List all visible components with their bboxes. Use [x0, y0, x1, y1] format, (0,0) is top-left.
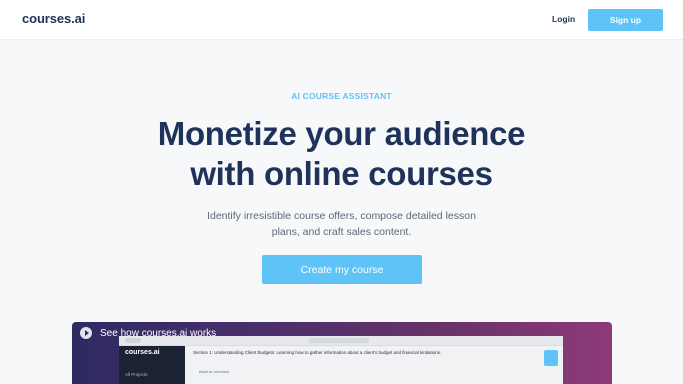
app-window-controls-icon: [125, 338, 141, 343]
headline-line-1: Monetize your audience: [157, 115, 526, 152]
signup-button[interactable]: Sign up: [588, 9, 663, 31]
subtitle-line-2: plans, and craft sales content.: [271, 226, 412, 238]
app-content-subtext: Back to overview: [199, 369, 230, 374]
app-browser-bar: [119, 336, 563, 346]
headline-line-2: with online courses: [190, 155, 493, 192]
logo-text: courses.ai: [22, 11, 86, 26]
subtitle-line-1: Identify irresistible course offers, com…: [207, 210, 476, 222]
demo-video-player[interactable]: See how courses.ai works courses.ai All …: [72, 322, 612, 384]
top-navbar: courses.ai Login Sign up: [0, 0, 683, 40]
hero-eyebrow: AI COURSE ASSISTANT: [291, 91, 392, 101]
courses-ai-logo[interactable]: courses.ai: [22, 11, 85, 26]
app-sidebar-item: All Projects: [125, 372, 148, 377]
app-url-bar: [309, 338, 369, 343]
hero-headline: Monetize your audience with online cours…: [0, 114, 683, 194]
video-app-screenshot: courses.ai All Projects Section 1: Under…: [119, 336, 563, 384]
app-logo: courses.ai: [125, 349, 160, 356]
app-content-text: Section 1: Understanding Client Budgets:…: [193, 350, 442, 355]
app-side-action-icon: [544, 350, 558, 366]
app-sidebar: courses.ai All Projects: [119, 346, 185, 384]
create-course-button[interactable]: Create my course: [262, 255, 422, 284]
video-channel-avatar-icon: [80, 327, 92, 339]
login-link[interactable]: Login: [552, 14, 575, 24]
hero-subtitle: Identify irresistible course offers, com…: [191, 208, 492, 240]
